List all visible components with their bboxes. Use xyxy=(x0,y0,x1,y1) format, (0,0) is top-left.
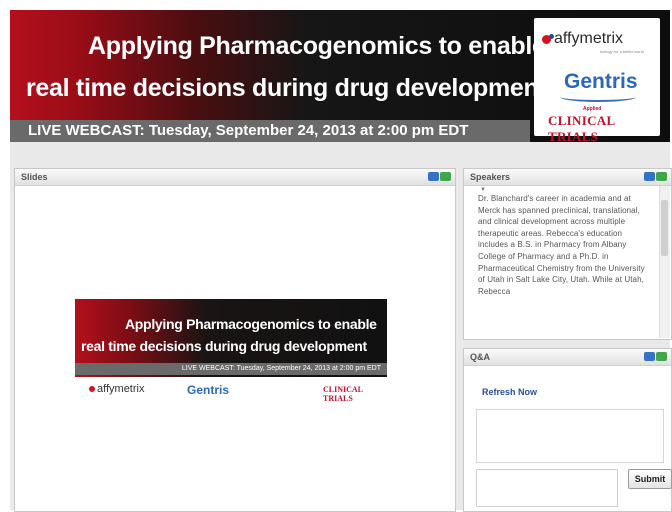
minimize-icon[interactable] xyxy=(644,352,655,361)
slide-affymetrix-wordmark: affymetrix xyxy=(97,383,145,395)
slide-title-line2: real time decisions during drug developm… xyxy=(81,338,367,354)
affymetrix-tagline: biology for a better world xyxy=(600,49,644,54)
clinical-trials-prefix: Applied xyxy=(583,106,602,112)
minimize-icon[interactable] xyxy=(428,172,439,181)
slide-webcast-bar: LIVE WEBCAST: Tuesday, September 24, 201… xyxy=(75,363,387,375)
affymetrix-wordmark: affymetrix xyxy=(554,30,624,47)
maximize-icon[interactable] xyxy=(656,172,667,181)
qa-panel-title: Q&A xyxy=(470,352,490,362)
speakers-scrollbar[interactable] xyxy=(659,186,670,338)
header-banner: Applying Pharmacogenomics to enable real… xyxy=(10,10,670,142)
banner-title-line2: real time decisions during drug developm… xyxy=(26,74,547,102)
slides-window-controls xyxy=(427,172,451,181)
slide-gentris-logo: Gentris xyxy=(187,383,230,397)
speakers-panel-header: Speakers xyxy=(464,169,671,186)
qa-panel: Q&A Refresh Now Submit xyxy=(463,348,672,512)
gentris-swoosh-icon xyxy=(560,92,636,102)
slides-panel-header: Slides xyxy=(15,169,455,186)
speakers-scroll-thumb[interactable] xyxy=(661,200,668,256)
maximize-icon[interactable] xyxy=(440,172,451,181)
banner-title-line1: Applying Pharmacogenomics to enable xyxy=(88,32,546,60)
slide-clinical-trials-logo: CLINICAL TRIALS xyxy=(323,385,363,403)
affymetrix-logo: affymetrix xyxy=(542,30,623,48)
speakers-panel: Speakers ▼ Dr. Blanchard's career in aca… xyxy=(463,168,672,340)
refresh-now-link[interactable]: Refresh Now xyxy=(482,387,537,397)
slide-title-line1: Applying Pharmacogenomics to enable xyxy=(125,316,377,332)
speaker-bio: Dr. Blanchard's career in academia and a… xyxy=(478,194,645,296)
sponsor-logos: affymetrix biology for a better world Ge… xyxy=(534,18,660,142)
question-input[interactable] xyxy=(476,469,618,507)
affymetrix-mark-icon xyxy=(89,386,95,392)
slides-panel-title: Slides xyxy=(21,172,48,182)
gentris-logo: Gentris xyxy=(564,70,638,93)
qa-window-controls xyxy=(643,352,667,361)
webcast-datetime-bar: LIVE WEBCAST: Tuesday, September 24, 201… xyxy=(10,120,530,142)
slide-affymetrix-logo: affymetrix xyxy=(89,383,144,395)
minimize-icon[interactable] xyxy=(644,172,655,181)
speakers-window-controls xyxy=(643,172,667,181)
qa-panel-header: Q&A xyxy=(464,349,671,366)
maximize-icon[interactable] xyxy=(656,352,667,361)
submit-button[interactable]: Submit xyxy=(628,469,672,489)
webcast-console: Applying Pharmacogenomics to enable real… xyxy=(10,10,672,512)
speakers-panel-title: Speakers xyxy=(470,172,511,182)
slide-banner: Applying Pharmacogenomics to enable real… xyxy=(75,299,387,377)
clinical-trials-logo: CLINICAL TRIALS xyxy=(548,113,615,142)
affymetrix-mark-icon xyxy=(542,34,551,44)
qa-messages-list xyxy=(476,409,664,463)
slides-panel: Slides Applying Pharmacogenomics to enab… xyxy=(14,168,456,512)
current-slide: Applying Pharmacogenomics to enable real… xyxy=(75,299,387,427)
